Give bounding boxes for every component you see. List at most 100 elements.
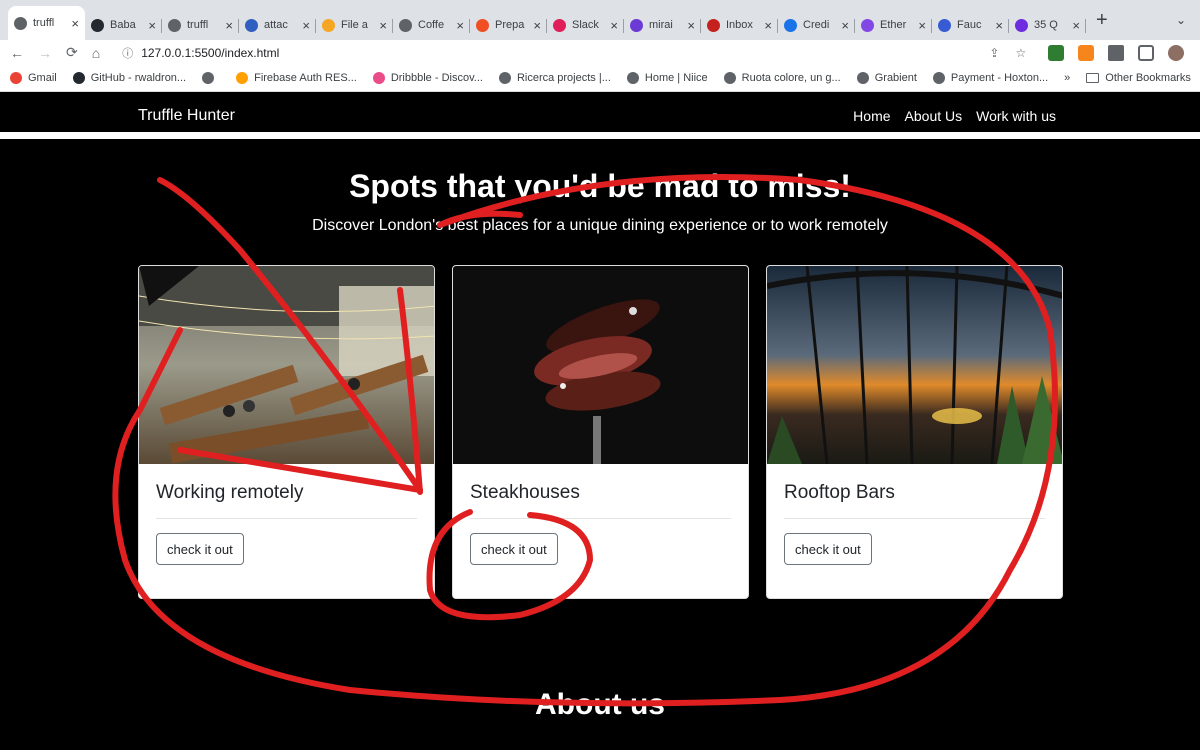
tab-title: 35 Q bbox=[1034, 19, 1058, 31]
tab-close-icon[interactable]: × bbox=[456, 18, 464, 33]
tab-favicon-icon bbox=[476, 18, 489, 32]
browser-tab[interactable]: 35 Q × bbox=[1009, 10, 1086, 40]
tab-close-icon[interactable]: × bbox=[610, 18, 618, 33]
bookmark-item[interactable]: Firebase Auth RES... bbox=[236, 72, 357, 84]
browser-tab[interactable]: Ether × bbox=[855, 10, 932, 40]
forward-arrow-icon[interactable]: → bbox=[38, 45, 52, 61]
browser-tab[interactable]: Credi × bbox=[778, 10, 855, 40]
browser-tab-bar: truffl × Baba × truffl × attac × File a × Coffe × Pr… bbox=[0, 0, 1200, 40]
bookmarks-overflow-button[interactable]: » bbox=[1064, 72, 1070, 84]
puzzle-icon[interactable] bbox=[1108, 44, 1125, 61]
site-navbar: Truffle Hunter Home About Us Work with u… bbox=[0, 93, 1200, 139]
bookmark-favicon-icon bbox=[10, 72, 22, 84]
browser-tab[interactable]: truffl × bbox=[162, 10, 239, 40]
site-info-icon[interactable]: ⓘ bbox=[122, 45, 133, 61]
check-it-out-button[interactable]: check it out bbox=[470, 533, 558, 565]
browser-tab[interactable]: attac × bbox=[239, 10, 316, 40]
tab-favicon-icon bbox=[1015, 18, 1028, 32]
bookmark-favicon-icon bbox=[236, 72, 249, 84]
bookmark-favicon-icon bbox=[723, 72, 736, 84]
profile-avatar[interactable] bbox=[1168, 44, 1185, 61]
bookmark-label: Ruota colore, un g... bbox=[741, 72, 841, 84]
tab-close-icon[interactable]: × bbox=[764, 18, 772, 33]
card-title: Rooftop Bars bbox=[784, 482, 895, 503]
browser-tab[interactable]: mirai × bbox=[624, 10, 701, 40]
tab-close-icon[interactable]: × bbox=[148, 18, 156, 33]
bookmark-item[interactable]: Home | Niice bbox=[626, 72, 708, 84]
home-icon[interactable]: ⌂ bbox=[92, 45, 100, 61]
metamask-icon[interactable] bbox=[1078, 44, 1095, 61]
new-tab-button[interactable]: + bbox=[1096, 9, 1108, 32]
tab-favicon-icon bbox=[245, 18, 258, 32]
site-brand[interactable]: Truffle Hunter bbox=[138, 107, 235, 125]
other-bookmarks-folder[interactable]: Other Bookmarks bbox=[1086, 72, 1191, 84]
bookmark-favicon-icon bbox=[72, 72, 85, 84]
card-title: Working remotely bbox=[156, 482, 304, 503]
bookmark-label: Ricerca projects |... bbox=[516, 72, 611, 84]
tab-close-icon[interactable]: × bbox=[302, 18, 310, 33]
browser-tab[interactable]: truffl × bbox=[8, 6, 85, 40]
tab-title: Credi bbox=[803, 19, 830, 31]
side-panel-icon[interactable] bbox=[1138, 44, 1155, 61]
tab-close-icon[interactable]: × bbox=[995, 18, 1003, 33]
bookmark-item[interactable]: Gmail bbox=[10, 72, 57, 84]
browser-tab[interactable]: Coffe × bbox=[393, 10, 470, 40]
bookmark-star-icon[interactable]: ☆ bbox=[1015, 46, 1026, 60]
card-divider bbox=[784, 518, 1045, 519]
back-arrow-icon[interactable]: ← bbox=[10, 45, 24, 61]
address-bar[interactable]: ⓘ 127.0.0.1:5500/index.html ⇪ ☆ bbox=[114, 42, 1034, 64]
nav-link-home[interactable]: Home bbox=[853, 108, 890, 124]
tab-close-icon[interactable]: × bbox=[918, 18, 926, 33]
tab-favicon-icon bbox=[553, 18, 566, 32]
tab-title: attac bbox=[264, 19, 288, 31]
card-steakhouses: Steakhouses check it out bbox=[452, 265, 749, 599]
bookmark-label: GitHub - rwaldron... bbox=[90, 72, 187, 84]
check-it-out-button[interactable]: check it out bbox=[784, 533, 872, 565]
tab-title: Ether bbox=[880, 19, 907, 31]
bookmark-label: Grabient bbox=[874, 72, 917, 84]
browser-tab[interactable]: Inbox × bbox=[701, 10, 778, 40]
tab-title: Fauc bbox=[957, 19, 982, 31]
tab-close-icon[interactable]: × bbox=[841, 18, 849, 33]
nav-link-work[interactable]: Work with us bbox=[976, 108, 1056, 124]
check-it-out-button[interactable]: check it out bbox=[156, 533, 244, 565]
tab-close-icon[interactable]: × bbox=[225, 18, 233, 33]
browser-toolbar: ← → ⟳ ⌂ ⓘ 127.0.0.1:5500/index.html ⇪ ☆ … bbox=[0, 40, 1200, 65]
tab-close-icon[interactable]: × bbox=[687, 18, 695, 33]
tab-title: Baba bbox=[110, 19, 136, 31]
browser-tab[interactable]: Baba × bbox=[85, 10, 162, 40]
share-icon[interactable]: ⇪ bbox=[989, 46, 999, 60]
browser-tab[interactable]: Slack × bbox=[547, 10, 624, 40]
reload-icon[interactable]: ⟳ bbox=[66, 44, 78, 61]
tab-favicon-icon bbox=[707, 18, 720, 32]
card-divider bbox=[156, 518, 417, 519]
bookmarks-bar: Gmail GitHub - rwaldron... Firebase Auth R… bbox=[0, 65, 1200, 92]
bookmark-item[interactable] bbox=[202, 72, 220, 84]
bookmark-item[interactable]: Grabient bbox=[856, 72, 917, 84]
tab-title: Prepa bbox=[495, 19, 525, 31]
card-image bbox=[767, 266, 1062, 464]
tab-close-icon[interactable]: × bbox=[379, 18, 387, 33]
extension-icon[interactable] bbox=[1048, 44, 1065, 61]
bookmark-item[interactable]: Ruota colore, un g... bbox=[723, 72, 841, 84]
browser-tab[interactable]: Fauc × bbox=[932, 10, 1009, 40]
bookmark-label: Home | Niice bbox=[644, 72, 708, 84]
browser-tab[interactable]: File a × bbox=[316, 10, 393, 40]
tab-search-icon[interactable]: ⌄ bbox=[1176, 13, 1186, 27]
extensions-area: ⋮ bbox=[1048, 44, 1200, 61]
folder-icon bbox=[1086, 73, 1100, 83]
bookmark-item[interactable]: Dribbble - Discov... bbox=[372, 72, 483, 84]
bookmark-item[interactable]: Payment - Hoxton... bbox=[932, 72, 1048, 84]
tab-favicon-icon bbox=[861, 18, 874, 32]
bookmark-item[interactable]: GitHub - rwaldron... bbox=[72, 72, 187, 84]
tab-close-icon[interactable]: × bbox=[71, 16, 79, 31]
tab-title: mirai bbox=[649, 19, 673, 31]
tab-close-icon[interactable]: × bbox=[533, 18, 541, 33]
nav-link-about[interactable]: About Us bbox=[905, 108, 963, 124]
tab-close-icon[interactable]: × bbox=[1072, 18, 1080, 33]
tab-favicon-icon bbox=[938, 18, 951, 32]
tab-title: Inbox bbox=[726, 19, 753, 31]
bookmark-item[interactable]: Ricerca projects |... bbox=[498, 72, 611, 84]
bookmark-label: Gmail bbox=[28, 72, 57, 84]
browser-tab[interactable]: Prepa × bbox=[470, 10, 547, 40]
